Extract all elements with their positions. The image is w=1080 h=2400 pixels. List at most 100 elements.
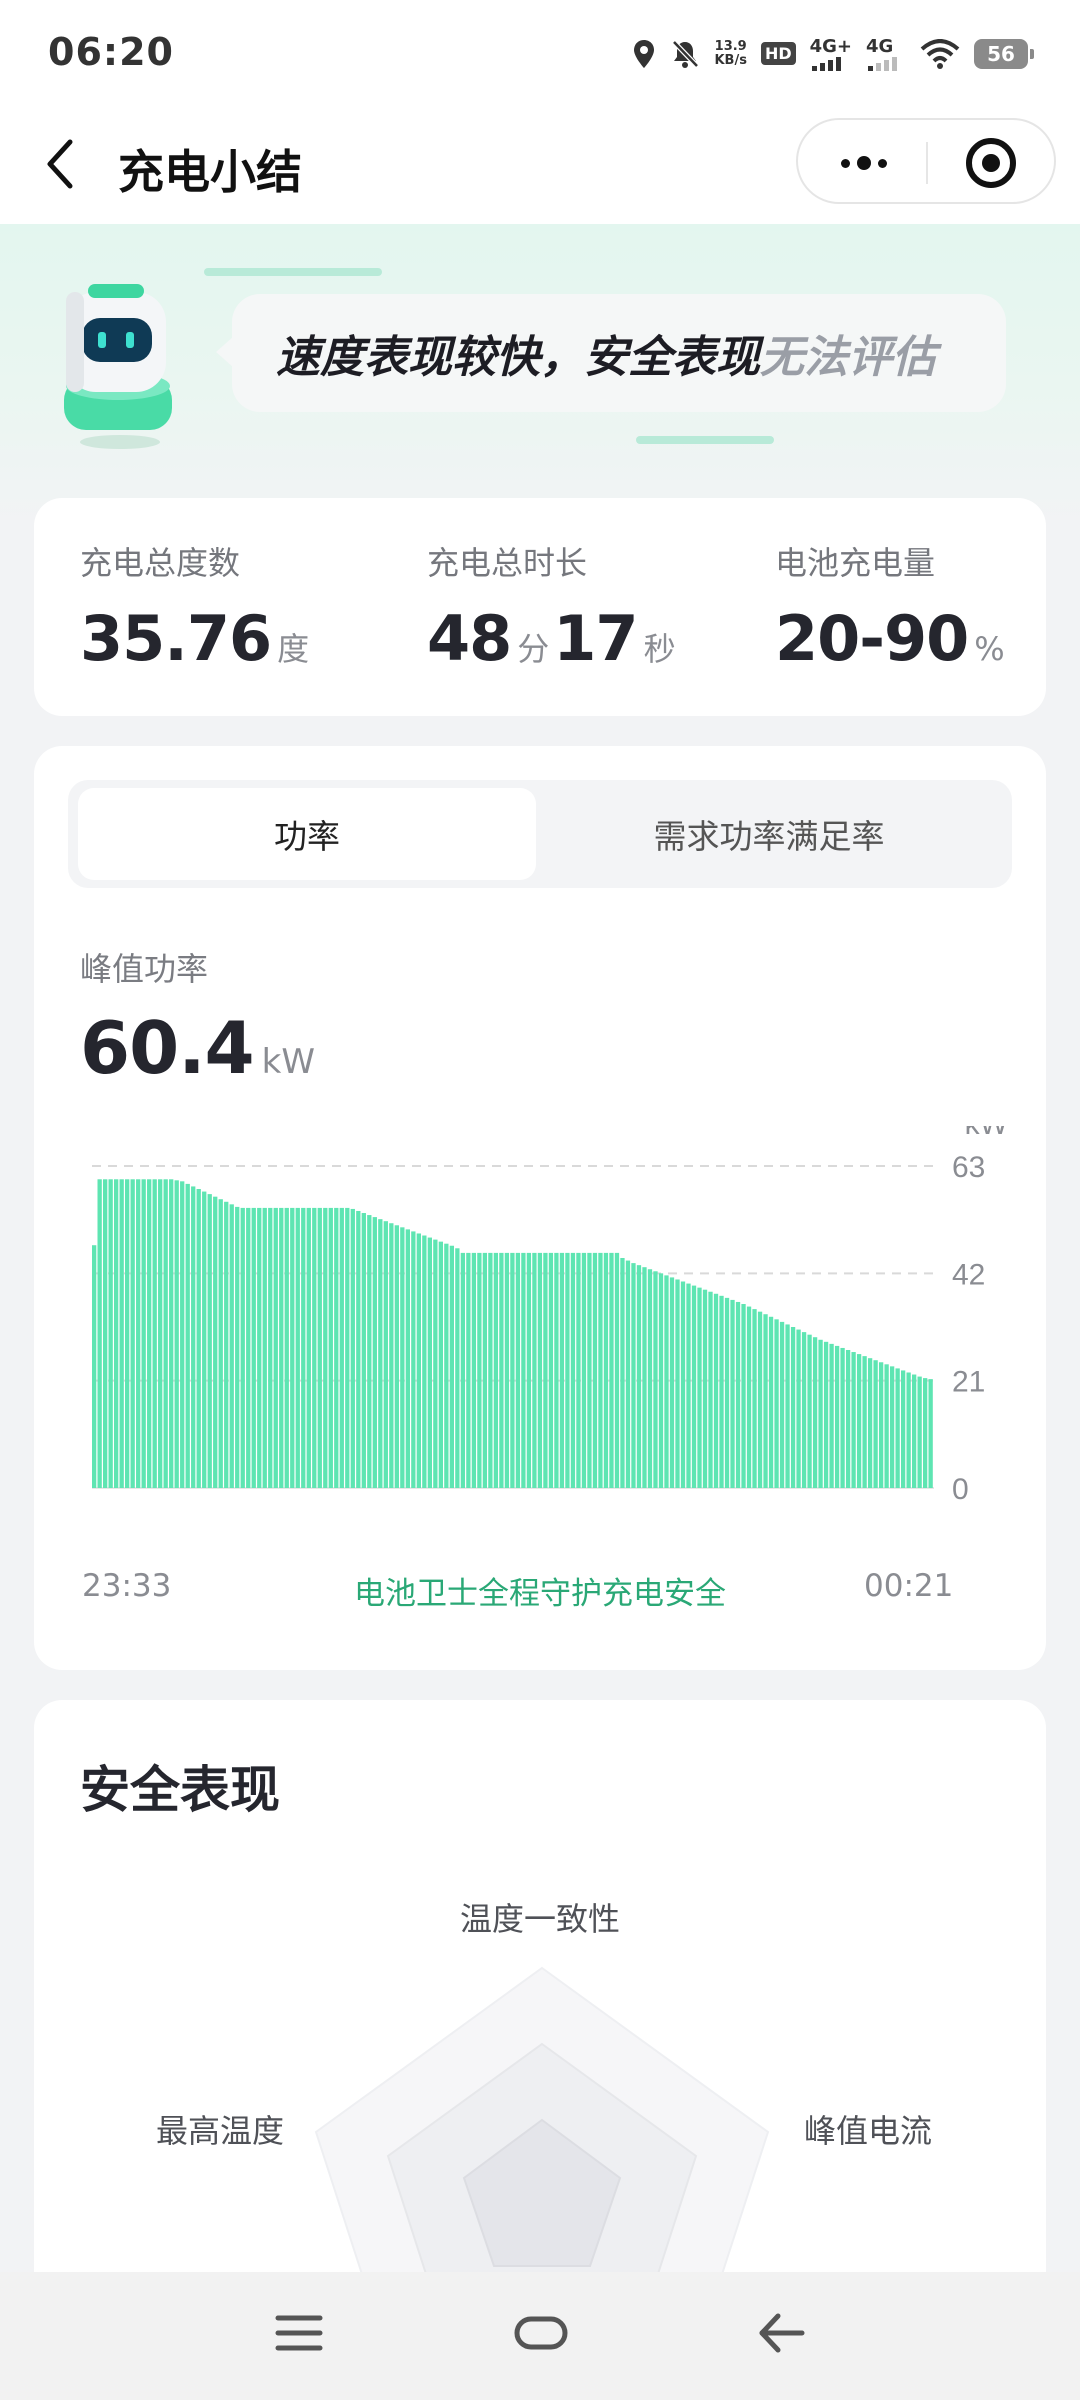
summary-banner: 速度表现较快，安全表现 无法评估 xyxy=(0,224,1080,524)
power-bar xyxy=(834,1345,840,1488)
net-speed: 13.9 KB/s xyxy=(714,38,747,68)
power-bar xyxy=(642,1267,647,1488)
power-bar xyxy=(268,1207,273,1488)
power-bar xyxy=(779,1321,785,1488)
power-bar xyxy=(339,1207,344,1488)
banner-text-main: 速度表现较快，安全表现 xyxy=(276,332,760,383)
y-tick-label: 63 xyxy=(952,1151,985,1184)
x-axis-end-label: 00:21 xyxy=(864,1568,954,1604)
power-bar xyxy=(631,1263,636,1488)
mute-bell-icon xyxy=(672,39,700,68)
power-bar xyxy=(328,1207,333,1488)
power-bar xyxy=(499,1252,504,1488)
power-bar xyxy=(647,1269,653,1488)
power-bar xyxy=(416,1233,421,1488)
power-bar xyxy=(224,1201,229,1488)
power-bar xyxy=(466,1252,471,1488)
power-bar xyxy=(345,1207,350,1488)
power-bar xyxy=(565,1252,570,1488)
robot-mascot-icon xyxy=(64,284,172,449)
power-bar xyxy=(746,1306,752,1488)
close-target-icon[interactable] xyxy=(966,138,1016,188)
power-bar xyxy=(840,1347,845,1488)
power-bar xyxy=(361,1213,366,1488)
power-bar xyxy=(708,1291,713,1488)
power-bar xyxy=(592,1252,598,1488)
power-bar xyxy=(873,1360,878,1488)
stat-total-duration: 充电总时长 48 分17 秒 xyxy=(427,544,676,675)
power-bar xyxy=(411,1231,416,1488)
power-bar xyxy=(603,1252,609,1488)
back-icon[interactable] xyxy=(756,2308,806,2358)
signal-4g-plus: 4G+ xyxy=(810,36,852,71)
status-bar: 06:20 13.9 KB/s HD 4G+ 4G 56 xyxy=(0,0,1080,108)
power-bar xyxy=(114,1179,119,1488)
power-bar xyxy=(669,1277,675,1488)
back-arrow-icon[interactable] xyxy=(40,134,90,194)
menu-icon[interactable] xyxy=(274,2308,324,2358)
power-bar xyxy=(702,1289,708,1488)
power-bar xyxy=(884,1364,889,1488)
power-bar xyxy=(614,1252,620,1488)
power-bar xyxy=(207,1194,212,1488)
home-icon[interactable] xyxy=(514,2308,568,2358)
power-bar xyxy=(658,1273,664,1488)
power-bar xyxy=(372,1217,377,1488)
power-bar xyxy=(378,1219,383,1488)
peak-power-value: 60.4 kW xyxy=(80,1006,315,1090)
power-bar xyxy=(202,1191,207,1488)
power-bar xyxy=(796,1329,801,1488)
power-bar xyxy=(548,1252,554,1488)
power-bar xyxy=(334,1207,339,1488)
power-bar xyxy=(356,1210,361,1488)
power-bar xyxy=(917,1376,922,1488)
banner-text-gray: 无法评估 xyxy=(760,332,936,383)
battery-indicator: 56 xyxy=(974,38,1034,69)
power-bar xyxy=(290,1207,295,1488)
wifi-icon xyxy=(920,38,960,69)
power-bar xyxy=(664,1275,669,1488)
power-bar xyxy=(180,1181,185,1488)
power-bar xyxy=(625,1260,631,1488)
power-bar xyxy=(103,1179,108,1488)
power-bar xyxy=(895,1368,900,1488)
power-bar xyxy=(196,1189,201,1488)
power-bar xyxy=(444,1243,449,1488)
power-bar xyxy=(449,1245,455,1488)
tab-power[interactable]: 功率 xyxy=(78,788,536,880)
charge-summary-card: 充电总度数 35.76 度 充电总时长 48 分17 秒 电池充电量 20-90% xyxy=(34,498,1046,716)
status-time: 06:20 xyxy=(48,30,174,74)
power-bar xyxy=(400,1227,405,1488)
power-bar xyxy=(636,1265,642,1488)
power-bar xyxy=(394,1225,399,1488)
peak-power-label: 峰值功率 xyxy=(80,950,209,988)
power-bar xyxy=(785,1324,790,1488)
system-navigation-bar xyxy=(0,2272,1080,2400)
power-bar xyxy=(438,1241,444,1488)
mini-program-capsule xyxy=(796,118,1056,204)
more-menu-icon[interactable] xyxy=(834,146,894,180)
speech-bubble: 速度表现较快，安全表现 无法评估 xyxy=(216,294,1006,412)
power-bar xyxy=(493,1252,499,1488)
power-bar xyxy=(130,1179,135,1488)
power-bar xyxy=(812,1337,818,1488)
power-bar xyxy=(367,1215,372,1488)
power-bar xyxy=(257,1207,262,1488)
power-bar xyxy=(581,1252,587,1488)
power-bar xyxy=(389,1223,394,1488)
power-bar xyxy=(598,1252,603,1488)
power-bar xyxy=(246,1207,251,1488)
power-bar xyxy=(306,1207,311,1488)
tab-demand-satisfaction[interactable]: 需求功率满足率 xyxy=(536,788,1002,880)
power-bar xyxy=(141,1179,146,1488)
power-bar xyxy=(312,1207,317,1488)
power-bar xyxy=(878,1362,884,1488)
power-bar xyxy=(422,1235,427,1488)
power-bar xyxy=(823,1341,829,1488)
power-bar xyxy=(427,1237,432,1488)
power-bar xyxy=(576,1252,581,1488)
signal-4g: 4G xyxy=(866,36,906,71)
power-bar xyxy=(867,1358,873,1488)
power-bar xyxy=(482,1252,488,1488)
power-bar xyxy=(191,1186,196,1488)
